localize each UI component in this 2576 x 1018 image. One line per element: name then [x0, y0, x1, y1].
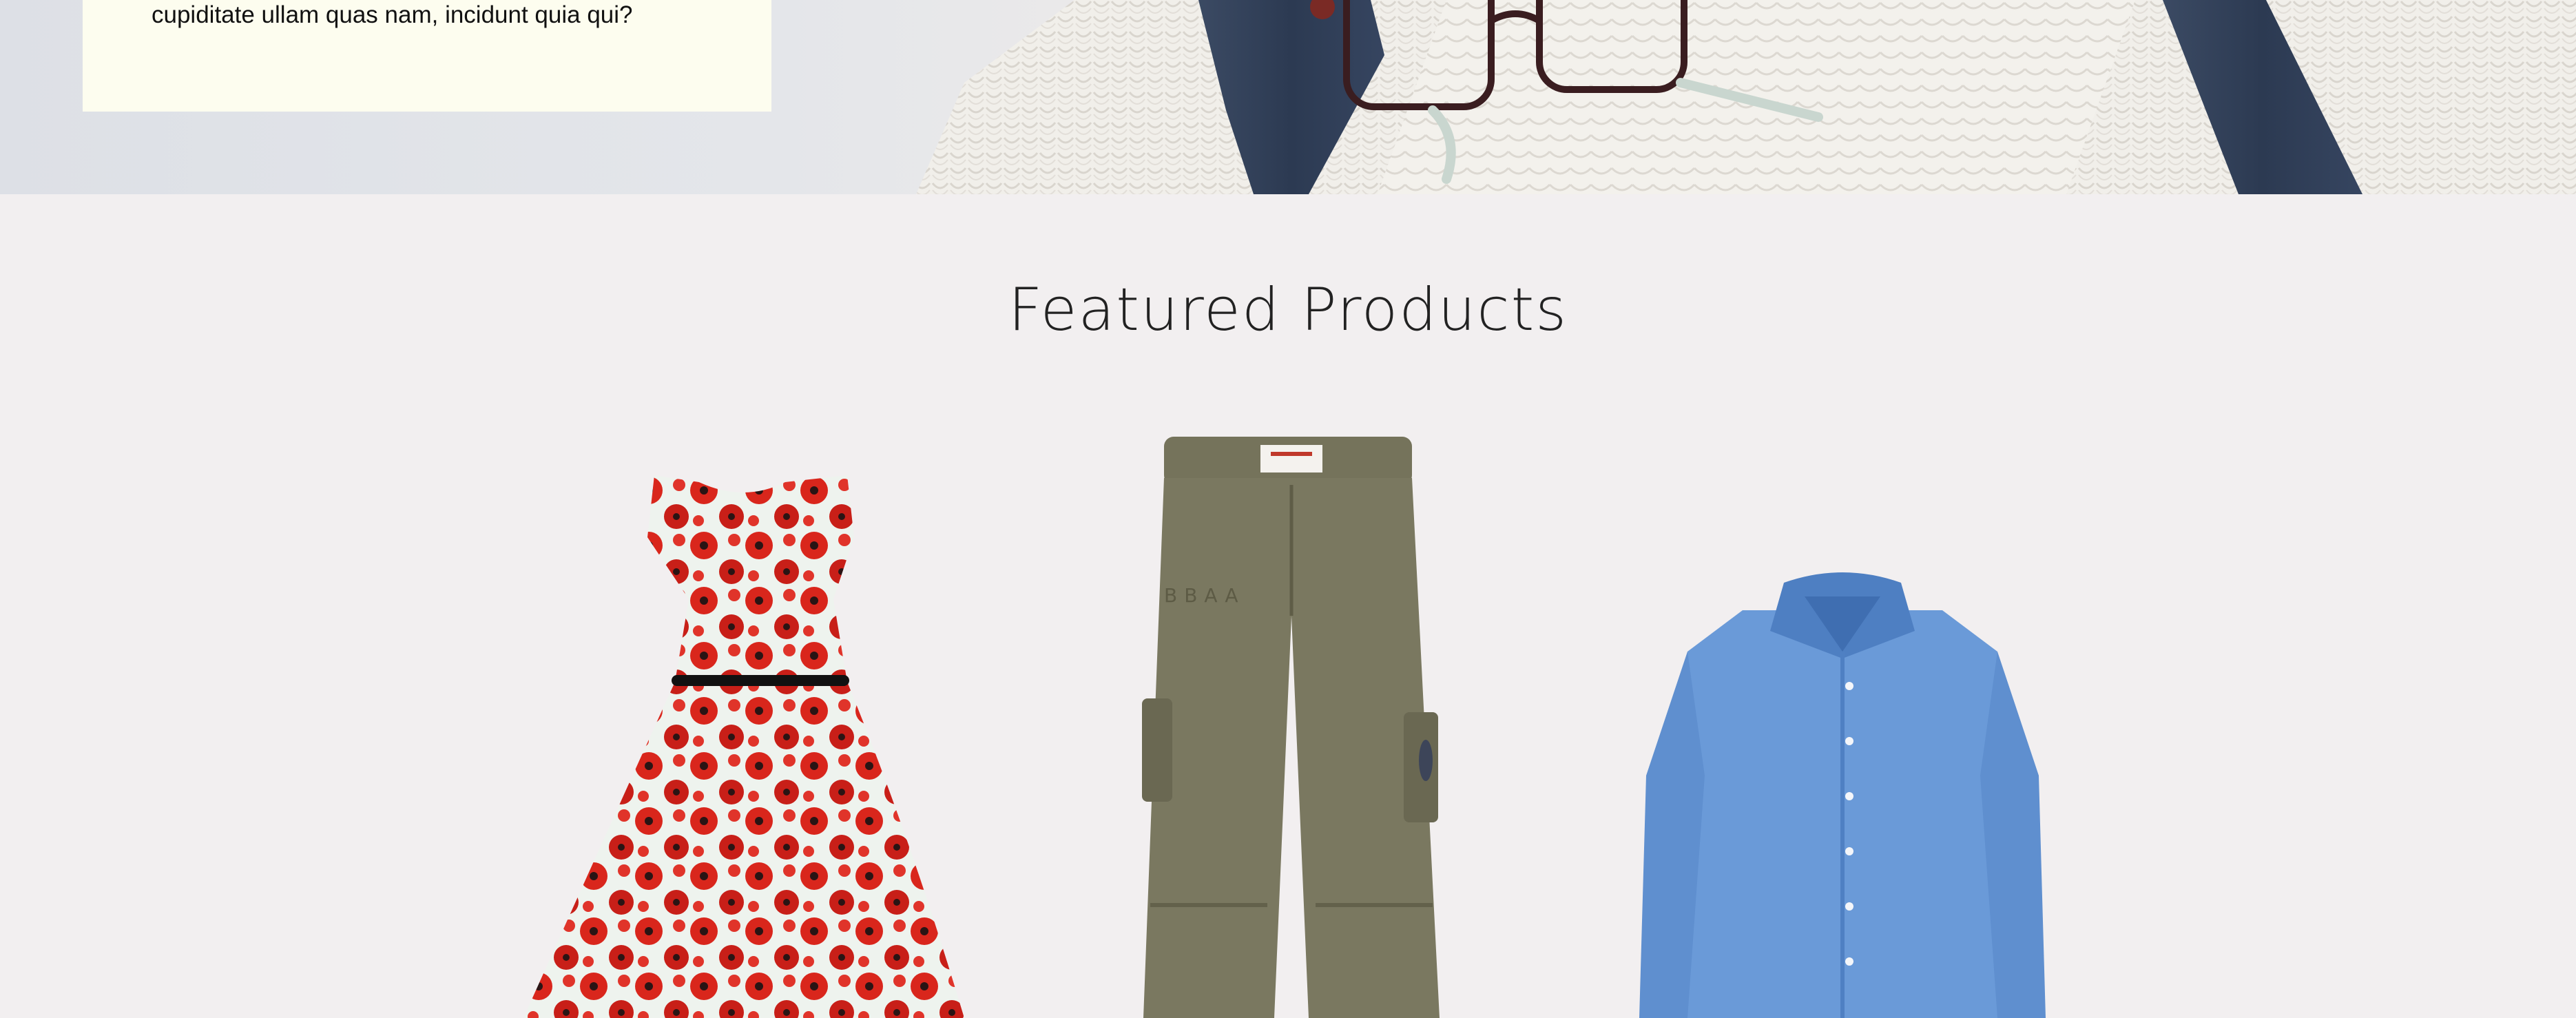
blue-shirt-image[interactable]	[1639, 569, 2046, 1018]
product-card-floral-dress[interactable]	[523, 475, 964, 1018]
product-card-cargo-pants[interactable]: BBAA	[1130, 437, 1446, 1018]
hero-text: cupiditate ullam quas nam, incidunt quia…	[152, 1, 633, 28]
cargo-pants-image[interactable]: BBAA	[1130, 437, 1446, 1018]
svg-text:BBAA: BBAA	[1164, 584, 1245, 607]
section-title: Featured Products	[1008, 276, 1568, 344]
hero-banner: cupiditate ullam quas nam, incidunt quia…	[0, 0, 2576, 194]
featured-products-section: Featured Products BBAA	[0, 194, 2576, 1018]
floral-dress-image[interactable]	[523, 475, 964, 1018]
product-card-blue-shirt[interactable]	[1639, 569, 2046, 1018]
